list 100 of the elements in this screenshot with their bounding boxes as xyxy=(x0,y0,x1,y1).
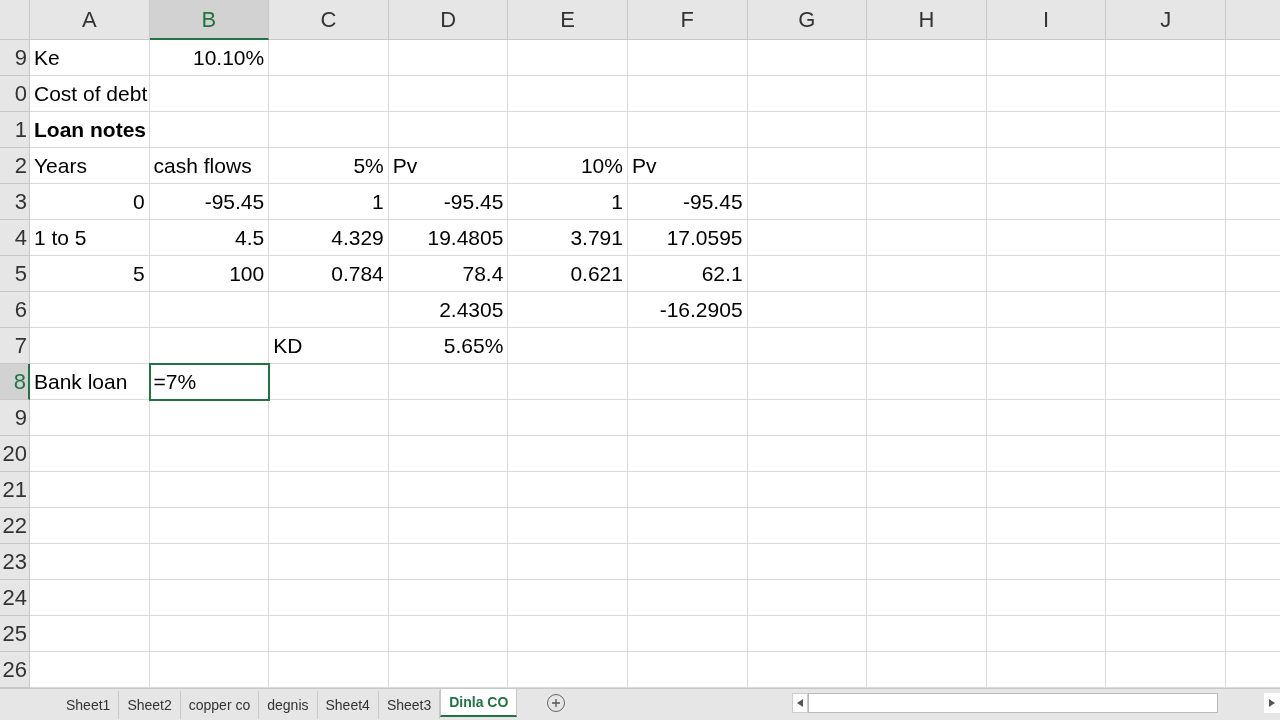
empty-cell[interactable] xyxy=(269,436,389,472)
empty-cell[interactable] xyxy=(747,292,868,328)
empty-cell[interactable] xyxy=(867,616,987,652)
scroll-right-icon[interactable] xyxy=(1264,693,1280,713)
column-header[interactable]: A xyxy=(30,0,150,40)
empty-cell[interactable] xyxy=(1106,292,1226,328)
column-header[interactable]: B xyxy=(149,0,270,40)
column-header[interactable]: I xyxy=(986,0,1107,40)
empty-cell[interactable] xyxy=(149,112,270,148)
row-header[interactable]: 2 xyxy=(0,148,30,184)
sheet-tab[interactable]: copper co xyxy=(180,691,260,719)
empty-cell[interactable] xyxy=(867,472,987,508)
empty-cell[interactable] xyxy=(388,400,509,436)
empty-cell[interactable] xyxy=(986,616,1107,652)
empty-cell[interactable] xyxy=(627,616,748,652)
row-header[interactable]: 6 xyxy=(0,292,30,328)
scroll-left-icon[interactable] xyxy=(792,693,808,713)
empty-cell[interactable] xyxy=(1106,76,1226,112)
empty-cell[interactable] xyxy=(269,544,389,580)
empty-cell[interactable] xyxy=(388,112,509,148)
empty-cell[interactable] xyxy=(986,328,1107,364)
empty-cell[interactable] xyxy=(627,40,748,76)
empty-cell[interactable] xyxy=(627,364,748,400)
row-header[interactable]: 25 xyxy=(0,616,30,652)
column-header[interactable]: E xyxy=(508,0,628,40)
empty-cell[interactable] xyxy=(867,544,987,580)
empty-cell[interactable] xyxy=(747,580,868,616)
active-cell[interactable]: =7% xyxy=(149,364,270,400)
empty-cell[interactable] xyxy=(867,148,987,184)
empty-cell[interactable] xyxy=(747,184,868,220)
empty-cell[interactable] xyxy=(747,544,868,580)
empty-cell[interactable] xyxy=(867,76,987,112)
sheet-tab[interactable]: Sheet1 xyxy=(58,691,120,719)
empty-cell[interactable] xyxy=(149,292,270,328)
empty-cell[interactable] xyxy=(1106,112,1226,148)
empty-cell[interactable] xyxy=(627,508,748,544)
empty-cell[interactable] xyxy=(867,436,987,472)
empty-cell[interactable] xyxy=(1106,472,1226,508)
empty-cell[interactable] xyxy=(1106,148,1226,184)
horizontal-scrollbar[interactable] xyxy=(808,693,1218,713)
empty-cell[interactable] xyxy=(388,364,509,400)
empty-cell[interactable] xyxy=(747,436,868,472)
empty-cell[interactable] xyxy=(388,544,509,580)
sheet-tab[interactable]: degnis xyxy=(259,691,318,719)
empty-cell[interactable] xyxy=(1106,508,1226,544)
empty-cell[interactable] xyxy=(508,544,628,580)
empty-cell[interactable] xyxy=(986,472,1107,508)
empty-cell[interactable] xyxy=(986,148,1107,184)
empty-cell[interactable] xyxy=(867,220,987,256)
column-header[interactable]: G xyxy=(747,0,868,40)
empty-cell[interactable] xyxy=(747,364,868,400)
empty-cell[interactable] xyxy=(1106,580,1226,616)
empty-cell[interactable] xyxy=(1106,40,1226,76)
empty-cell[interactable] xyxy=(747,328,868,364)
row-header[interactable]: 3 xyxy=(0,184,30,220)
empty-cell[interactable] xyxy=(388,616,509,652)
empty-cell[interactable] xyxy=(149,544,270,580)
column-header[interactable]: D xyxy=(388,0,509,40)
empty-cell[interactable] xyxy=(986,544,1107,580)
empty-cell[interactable] xyxy=(1106,400,1226,436)
column-header[interactable]: C xyxy=(269,0,389,40)
empty-cell[interactable] xyxy=(747,76,868,112)
row-header[interactable]: 24 xyxy=(0,580,30,616)
empty-cell[interactable] xyxy=(867,256,987,292)
empty-cell[interactable] xyxy=(388,436,509,472)
empty-cell[interactable] xyxy=(1106,184,1226,220)
row-header[interactable]: 0 xyxy=(0,76,30,112)
empty-cell[interactable] xyxy=(1106,436,1226,472)
empty-cell[interactable] xyxy=(1106,616,1226,652)
empty-cell[interactable] xyxy=(627,580,748,616)
row-header[interactable]: 23 xyxy=(0,544,30,580)
row-header[interactable]: 8 xyxy=(0,364,30,400)
empty-cell[interactable] xyxy=(508,328,628,364)
sheet-tab[interactable]: Dinla CO xyxy=(440,689,518,717)
empty-cell[interactable] xyxy=(508,436,628,472)
empty-cell[interactable] xyxy=(388,508,509,544)
empty-cell[interactable] xyxy=(269,508,389,544)
empty-cell[interactable] xyxy=(269,292,389,328)
empty-cell[interactable] xyxy=(627,112,748,148)
empty-cell[interactable] xyxy=(986,436,1107,472)
empty-cell[interactable] xyxy=(747,148,868,184)
empty-cell[interactable] xyxy=(269,76,389,112)
empty-cell[interactable] xyxy=(627,472,748,508)
empty-cell[interactable] xyxy=(149,508,270,544)
column-header[interactable]: F xyxy=(627,0,748,40)
empty-cell[interactable] xyxy=(627,76,748,112)
empty-cell[interactable] xyxy=(986,40,1107,76)
row-header[interactable]: 5 xyxy=(0,256,30,292)
row-header[interactable]: 1 xyxy=(0,112,30,148)
empty-cell[interactable] xyxy=(508,616,628,652)
empty-cell[interactable] xyxy=(508,400,628,436)
row-header[interactable]: 9 xyxy=(0,40,30,76)
empty-cell[interactable] xyxy=(508,472,628,508)
empty-cell[interactable] xyxy=(149,472,270,508)
empty-cell[interactable] xyxy=(269,40,389,76)
empty-cell[interactable] xyxy=(388,76,509,112)
empty-cell[interactable] xyxy=(1106,256,1226,292)
empty-cell[interactable] xyxy=(1106,544,1226,580)
empty-cell[interactable] xyxy=(269,616,389,652)
row-header[interactable]: 20 xyxy=(0,436,30,472)
